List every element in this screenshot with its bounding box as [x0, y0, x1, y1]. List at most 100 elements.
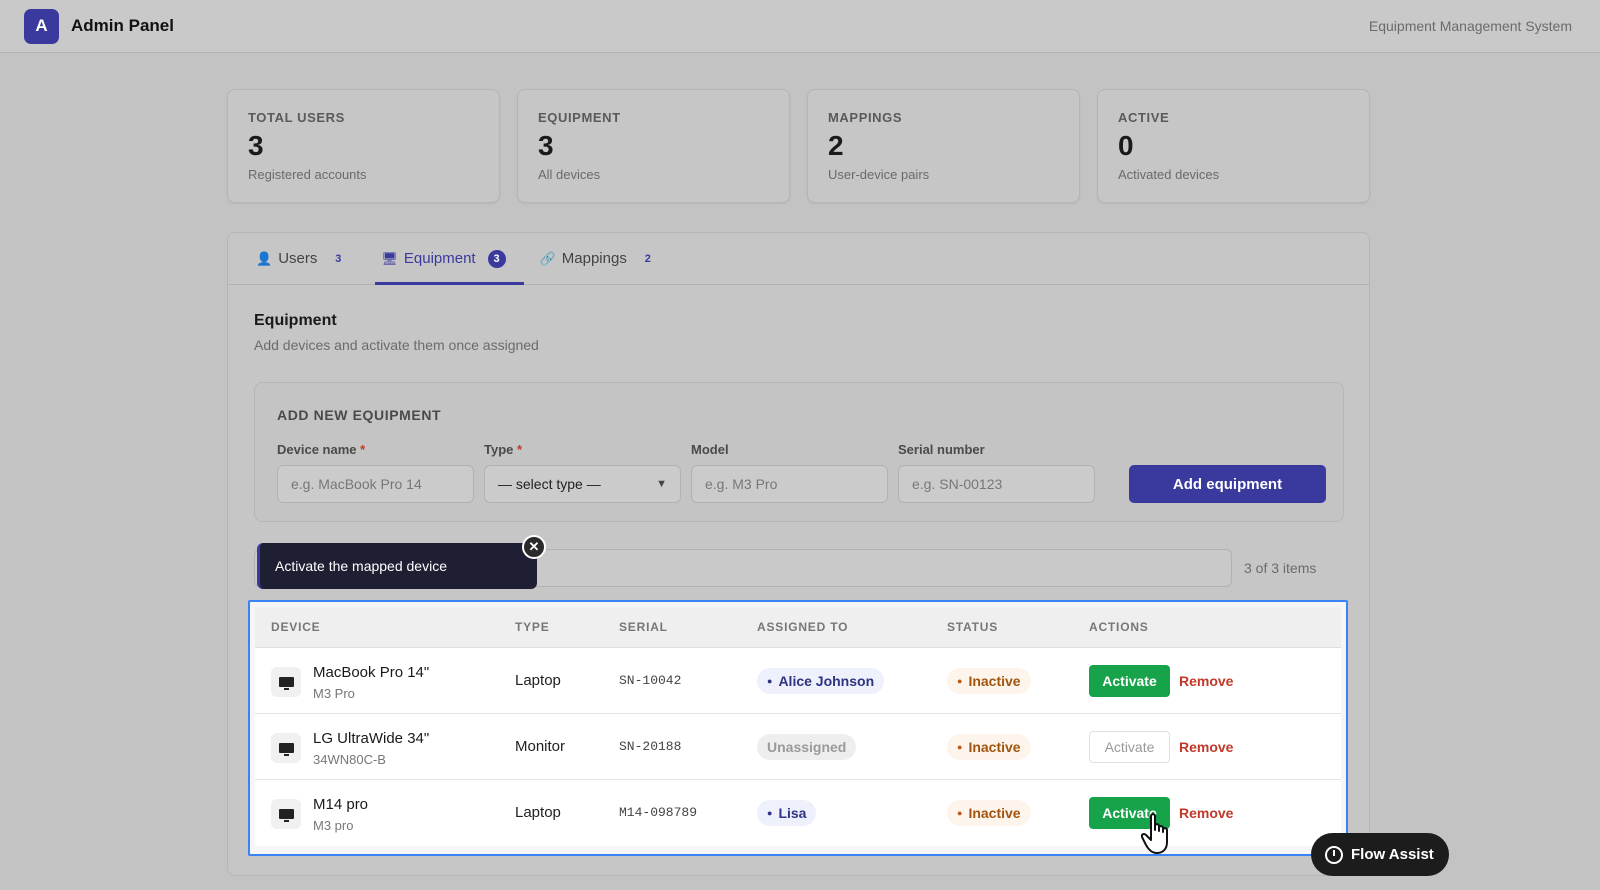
- close-icon[interactable]: ✕: [522, 535, 546, 559]
- monitor-icon: [271, 667, 301, 697]
- assigned-user-name: Unassigned: [767, 739, 847, 755]
- stat-label: ACTIVE: [1118, 110, 1170, 125]
- header-type: TYPE: [515, 620, 550, 634]
- stat-value: 2: [828, 130, 844, 161]
- monitor-icon: 🖥: [381, 250, 398, 266]
- activate-button-disabled[interactable]: Activate: [1089, 731, 1170, 763]
- label-text: Serial number: [898, 442, 985, 457]
- tab-equipment[interactable]: 🖥 Equipment 3: [375, 233, 524, 285]
- label-text: Model: [691, 442, 729, 457]
- model-input[interactable]: [691, 465, 888, 503]
- equipment-table: DEVICE TYPE SERIAL ASSIGNED TO STATUS AC…: [248, 600, 1348, 856]
- required-mark: *: [360, 442, 366, 457]
- status-badge: Inactive: [947, 800, 1031, 826]
- device-type: Laptop: [515, 672, 561, 689]
- stat-subtitle: All devices: [538, 167, 601, 182]
- stat-active: ACTIVE 0 Activated devices: [1097, 89, 1370, 203]
- device-serial: SN-20188: [619, 739, 682, 754]
- add-equipment-form: ADD NEW EQUIPMENT Device name * Type * —…: [254, 382, 1344, 522]
- remove-button[interactable]: Remove: [1179, 731, 1233, 763]
- tab-label: Users: [278, 250, 318, 267]
- stat-total-users: TOTAL USERS 3 Registered accounts: [227, 89, 500, 203]
- monitor-icon: [271, 733, 301, 763]
- tab-label: Mappings: [561, 250, 627, 267]
- items-count: 3 of 3 items: [1244, 560, 1317, 576]
- tab-count-badge: 3: [487, 249, 506, 268]
- type-select[interactable]: — select type — ▼: [484, 465, 681, 503]
- activate-button[interactable]: Activate: [1089, 665, 1170, 697]
- user-icon: 👤: [256, 250, 273, 266]
- section-title: Equipment: [254, 312, 337, 329]
- section-subtitle: Add devices and activate them once assig…: [254, 337, 539, 353]
- status-badge: Inactive: [947, 668, 1031, 694]
- type-label: Type *: [484, 442, 522, 457]
- device-model: M3 Pro: [313, 686, 355, 701]
- model-label: Model: [691, 442, 729, 457]
- monitor-icon: [271, 799, 301, 829]
- tab-users[interactable]: 👤 Users 3: [250, 233, 365, 284]
- stat-mappings: MAPPINGS 2 User-device pairs: [807, 89, 1080, 203]
- serial-label: Serial number: [898, 442, 985, 457]
- tab-label: Equipment: [403, 250, 476, 267]
- system-name: Equipment Management System: [1368, 18, 1572, 34]
- stat-value: 3: [248, 130, 264, 161]
- stat-label: EQUIPMENT: [538, 110, 621, 125]
- tab-bar: 👤 Users 3 🖥 Equipment 3 🔗 Mappings 2: [228, 233, 1369, 285]
- table-row: M14 pro M3 pro Laptop M14-098789 Lisa In…: [255, 780, 1341, 846]
- clock-icon: [1325, 845, 1343, 864]
- tab-count-badge: 2: [644, 252, 651, 265]
- table-row: LG UltraWide 34" 34WN80C-B Monitor SN-20…: [255, 714, 1341, 780]
- stat-label: TOTAL USERS: [248, 110, 345, 125]
- flow-assist-label: Flow Assist: [1351, 846, 1434, 863]
- assigned-user-name: Alice Johnson: [778, 673, 875, 689]
- header-actions: ACTIONS: [1089, 620, 1149, 634]
- status-text: Inactive: [968, 673, 1021, 689]
- unassigned-badge: Unassigned: [757, 734, 857, 760]
- remove-button[interactable]: Remove: [1179, 665, 1233, 697]
- header-status: STATUS: [947, 620, 999, 634]
- status-badge: Inactive: [947, 734, 1031, 760]
- device-model: M3 pro: [313, 818, 354, 833]
- device-name: M14 pro: [313, 796, 369, 813]
- device-model: 34WN80C-B: [313, 752, 386, 767]
- status-text: Inactive: [968, 739, 1021, 755]
- stat-equipment: EQUIPMENT 3 All devices: [517, 89, 790, 203]
- flow-assist-button[interactable]: Flow Assist: [1311, 833, 1449, 876]
- remove-button[interactable]: Remove: [1179, 797, 1233, 829]
- header-assigned: ASSIGNED TO: [757, 620, 849, 634]
- app-logo: A: [24, 8, 59, 44]
- table-row: MacBook Pro 14" M3 Pro Laptop SN-10042 A…: [255, 648, 1341, 714]
- assigned-user-badge: Lisa: [757, 800, 817, 826]
- device-serial: M14-098789: [619, 805, 698, 820]
- device-type: Laptop: [515, 804, 561, 821]
- brand: A Admin Panel: [24, 8, 174, 44]
- assigned-user-name: Lisa: [778, 805, 807, 821]
- stat-value: 0: [1118, 130, 1134, 161]
- serial-input[interactable]: [898, 465, 1095, 503]
- status-text: Inactive: [968, 805, 1021, 821]
- device-type: Monitor: [515, 738, 566, 755]
- form-title: ADD NEW EQUIPMENT: [277, 407, 442, 423]
- type-select-value: — select type —: [498, 476, 601, 492]
- stat-subtitle: Activated devices: [1118, 167, 1220, 182]
- assigned-user-badge: Alice Johnson: [757, 668, 885, 694]
- chevron-down-icon: ▼: [656, 478, 667, 490]
- stat-subtitle: User-device pairs: [828, 167, 930, 182]
- label-text: Device name: [277, 442, 357, 457]
- device-name-input[interactable]: [277, 465, 474, 503]
- hand-cursor-icon: [1141, 813, 1168, 854]
- stat-subtitle: Registered accounts: [248, 167, 367, 182]
- add-equipment-button[interactable]: Add equipment: [1129, 465, 1326, 503]
- app-title: Admin Panel: [71, 16, 174, 35]
- device-name: LG UltraWide 34": [313, 730, 430, 747]
- stat-value: 3: [538, 130, 554, 161]
- device-name: MacBook Pro 14": [313, 664, 430, 681]
- tab-count-badge: 3: [335, 252, 342, 265]
- stat-label: MAPPINGS: [828, 110, 903, 125]
- device-name-label: Device name *: [277, 442, 365, 457]
- header-device: DEVICE: [271, 620, 321, 634]
- table-header: DEVICE TYPE SERIAL ASSIGNED TO STATUS AC…: [255, 607, 1341, 648]
- tab-mappings[interactable]: 🔗 Mappings 2: [534, 233, 675, 284]
- required-mark: *: [517, 442, 523, 457]
- top-bar: A Admin Panel Equipment Management Syste…: [0, 0, 1600, 53]
